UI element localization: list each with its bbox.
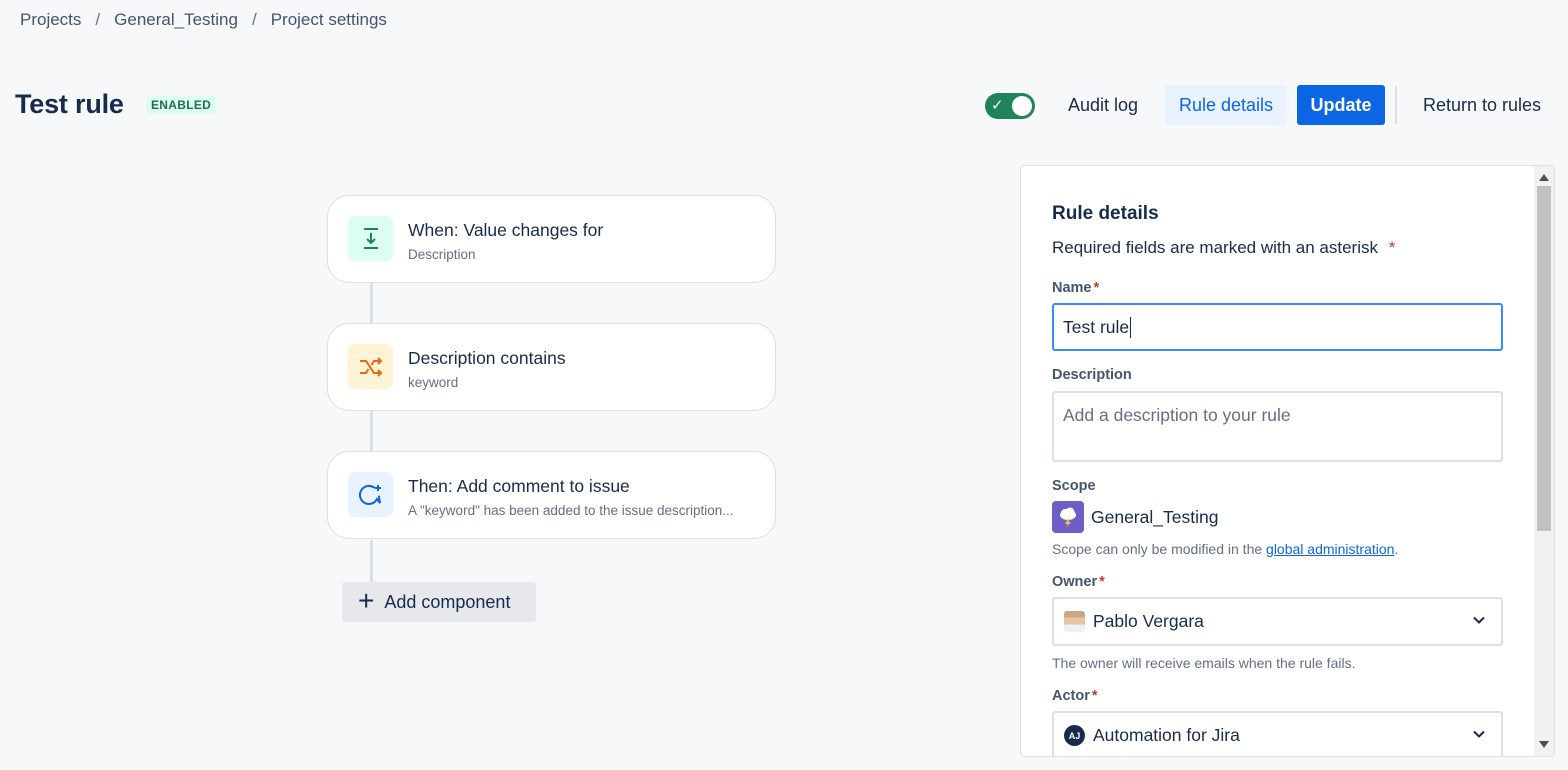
component-title: When: Value changes for	[408, 220, 604, 240]
add-component-button[interactable]: + Add component	[342, 582, 536, 622]
scrollbar-thumb[interactable]	[1537, 186, 1551, 531]
required-asterisk: *	[1099, 574, 1105, 590]
breadcrumb: Projects / General_Testing / Project set…	[20, 10, 387, 30]
scope-value: General_Testing	[1091, 506, 1219, 527]
actor-label: Actor *	[1052, 688, 1098, 704]
rule-enabled-toggle[interactable]: ✓	[985, 93, 1035, 119]
plus-icon: +	[358, 584, 375, 616]
update-button[interactable]: Update	[1297, 85, 1385, 125]
trigger-icon	[348, 216, 393, 261]
owner-help-text: The owner will receive emails when the r…	[1052, 655, 1356, 671]
breadcrumb-separator: /	[95, 10, 101, 29]
page-title: Test rule	[15, 89, 124, 119]
scope-help-text: Scope can only be modified in the global…	[1052, 541, 1398, 557]
actor-avatar: AJ	[1064, 725, 1085, 746]
flow-component-trigger[interactable]: When: Value changes for Description	[327, 195, 776, 283]
description-label: Description	[1052, 367, 1132, 383]
name-label: Name *	[1052, 280, 1099, 296]
flow-component-condition[interactable]: Description contains keyword	[327, 323, 776, 411]
rule-details-button[interactable]: Rule details	[1165, 85, 1287, 125]
breadcrumb-separator: /	[251, 10, 257, 29]
name-label-text: Name	[1052, 280, 1092, 296]
actor-label-text: Actor	[1052, 688, 1090, 704]
name-input[interactable]: Test rule	[1052, 303, 1503, 351]
panel-title: Rule details	[1052, 203, 1159, 224]
scope-help-prefix: Scope can only be modified in the	[1052, 541, 1267, 557]
scope-help-suffix: .	[1394, 541, 1399, 557]
name-input-value: Test rule	[1063, 316, 1130, 337]
rule-details-panel: Rule details Required fields are marked …	[1020, 165, 1555, 757]
actor-value: Automation for Jira	[1093, 725, 1240, 745]
required-note-text: Required fields are marked with an aster…	[1052, 238, 1378, 257]
status-badge: ENABLED	[146, 96, 217, 114]
required-asterisk: *	[1093, 280, 1100, 296]
scope-label: Scope	[1052, 478, 1096, 494]
global-administration-link[interactable]: global administration	[1266, 541, 1394, 557]
owner-avatar	[1064, 611, 1085, 632]
chevron-down-icon	[1473, 730, 1485, 738]
owner-label: Owner *	[1052, 574, 1105, 590]
component-subtitle: A "keyword" has been added to the issue …	[408, 503, 734, 518]
chevron-down-icon	[1473, 616, 1485, 624]
breadcrumb-project-settings[interactable]: Project settings	[271, 10, 387, 30]
component-subtitle: keyword	[408, 375, 459, 390]
header-divider	[1395, 86, 1397, 124]
audit-log-button[interactable]: Audit log	[1052, 85, 1154, 125]
toggle-knob	[1012, 96, 1032, 116]
scope-row: General_Testing	[1052, 501, 1218, 533]
required-fields-note: Required fields are marked with an aster…	[1052, 238, 1395, 258]
required-asterisk: *	[1091, 688, 1098, 704]
owner-value: Pablo Vergara	[1093, 611, 1204, 631]
actor-select[interactable]: AJ Automation for Jira	[1052, 711, 1503, 756]
description-textarea[interactable]: Add a description to your rule	[1052, 391, 1503, 462]
component-subtitle: Description	[408, 247, 476, 262]
panel-scrollbar[interactable]	[1534, 166, 1554, 756]
owner-select[interactable]: Pablo Vergara	[1052, 597, 1503, 646]
required-asterisk: *	[1388, 238, 1396, 257]
check-icon: ✓	[991, 97, 1004, 114]
flow-connector	[370, 540, 373, 584]
breadcrumb-project[interactable]: General_Testing	[114, 10, 238, 30]
flow-connector	[370, 282, 373, 324]
project-avatar-icon	[1052, 501, 1084, 533]
owner-label-text: Owner	[1052, 574, 1098, 590]
add-component-label: Add component	[384, 591, 511, 612]
flow-component-action[interactable]: Then: Add comment to issue A "keyword" h…	[327, 451, 776, 539]
component-title: Description contains	[408, 348, 566, 368]
flow-connector	[370, 410, 373, 452]
return-to-rules-button[interactable]: Return to rules	[1407, 85, 1557, 125]
text-caret	[1130, 316, 1132, 338]
comment-action-icon	[348, 472, 393, 517]
breadcrumb-projects[interactable]: Projects	[20, 10, 81, 30]
component-title: Then: Add comment to issue	[408, 476, 630, 496]
scroll-down-arrow-icon[interactable]	[1539, 741, 1549, 748]
condition-icon	[348, 344, 393, 389]
scroll-up-arrow-icon[interactable]	[1539, 174, 1549, 181]
